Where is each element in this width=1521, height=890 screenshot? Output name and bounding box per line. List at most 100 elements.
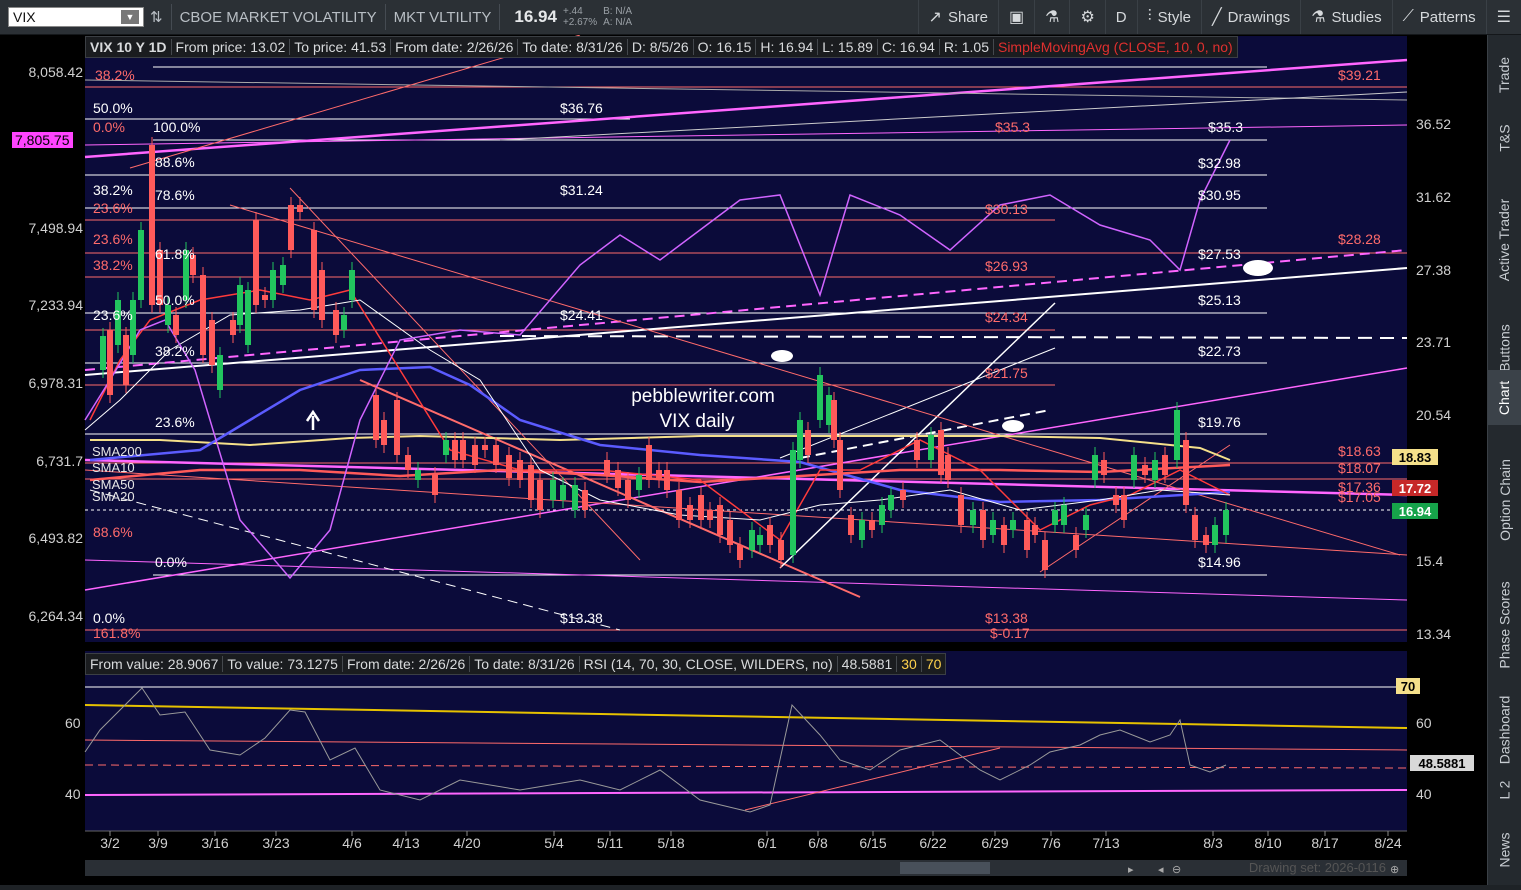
timeframe-button[interactable]: D	[1104, 0, 1137, 34]
zoom-in-icon[interactable]: ⊕	[1390, 864, 1399, 876]
scroll-right-icon[interactable]: ▸	[1128, 864, 1134, 876]
sidebar-tab-option-chain[interactable]: Option Chain	[1488, 445, 1521, 555]
right-axis-label: 36.52	[1416, 116, 1451, 132]
menu-button[interactable]: ☰	[1485, 0, 1521, 34]
symbol-short-name: MKT VLTILITY	[393, 8, 492, 26]
x-axis-label: 8/3	[1203, 835, 1223, 851]
x-axis-label: 5/18	[657, 835, 684, 851]
scroll-left-icon[interactable]: ◂	[1158, 864, 1164, 876]
from-price: From price: 13.02	[172, 39, 291, 55]
to-date: To date: 8/31/26	[518, 39, 628, 55]
sidebar-tab-active-trader[interactable]: Active Trader	[1488, 175, 1521, 305]
x-axis-label: 6/22	[919, 835, 946, 851]
x-axis-label: 8/24	[1374, 835, 1401, 851]
candle-body	[1092, 455, 1098, 480]
candle-body	[767, 525, 773, 545]
x-axis-label: 6/15	[859, 835, 886, 851]
candle-body	[656, 470, 662, 480]
x-axis-label: 8/17	[1311, 835, 1338, 851]
fib-label: 88.6%	[155, 154, 195, 170]
right-axis-label: 13.34	[1416, 626, 1451, 642]
price-level-red: $18.63	[1338, 443, 1381, 459]
sidebar-tab-trade[interactable]: Trade	[1488, 45, 1521, 105]
right-axis-label: 15.4	[1416, 553, 1443, 569]
flask-button[interactable]: ⚗	[1034, 0, 1069, 34]
price-level-red: $13.38	[985, 610, 1028, 626]
bid: B: N/A	[603, 6, 633, 17]
candle-body	[970, 510, 976, 525]
fib-label: 38.2%	[93, 257, 133, 273]
candle-body	[914, 440, 920, 460]
candle-body	[928, 435, 934, 460]
sidebar-tab-ts[interactable]: T&S	[1488, 115, 1521, 160]
candle-body	[717, 505, 723, 535]
candle-body	[217, 355, 223, 390]
settings-slider-icon[interactable]: ⇅	[150, 8, 163, 26]
x-axis-label: 5/4	[544, 835, 564, 851]
fib-label: 78.6%	[155, 187, 195, 203]
candle-body	[1024, 520, 1030, 550]
horizontal-scrollbar[interactable]	[85, 860, 1407, 876]
candle-body	[405, 455, 411, 470]
share-button[interactable]: ↗ Share	[917, 0, 998, 34]
scrollbar-thumb[interactable]	[900, 862, 990, 874]
symbol-input[interactable]: VIX ▼	[8, 7, 144, 27]
sidebar-tab-news[interactable]: News	[1488, 825, 1521, 875]
candle-body	[341, 315, 347, 330]
chart-canvas[interactable]: 36.52 31.62 27.38 23.71 20.54 15.4 13.34 8,058.…	[0, 34, 1488, 885]
bar-date: D: 8/5/26	[628, 39, 694, 55]
candle-body	[1113, 495, 1119, 505]
fib-label: 161.8%	[93, 625, 140, 641]
candle-body	[848, 515, 854, 535]
candle-body	[869, 520, 875, 530]
candle-body	[200, 275, 206, 355]
patterns-button[interactable]: ⟋ Patterns	[1391, 0, 1486, 34]
sma-label: SMA10	[92, 460, 135, 475]
snapshot-button[interactable]: ▣	[997, 0, 1034, 34]
right-axis-label: 31.62	[1416, 189, 1451, 205]
price-level-red: $17.05	[1338, 489, 1381, 505]
candle-body	[1042, 540, 1048, 570]
sidebar-label: Trade	[1496, 56, 1513, 94]
price-level-red: $24.34	[985, 309, 1028, 325]
bid-ask-block: B: N/A A: N/A	[603, 6, 632, 28]
price-level-white: $14.96	[1198, 554, 1241, 570]
rsi-to-value: To value: 73.1275	[223, 656, 343, 672]
sma200-price-box: 18.83	[1392, 449, 1438, 465]
candle-body	[493, 445, 499, 465]
sidebar-tab-dashboard[interactable]: Dashboard	[1488, 685, 1521, 775]
candle-body	[262, 295, 268, 300]
rsi-axis-label: 40	[1416, 786, 1432, 802]
left-axis-label: 6,731.7	[36, 453, 83, 469]
sidebar-tab-chart[interactable]: Chart	[1488, 370, 1521, 425]
sidebar-tab-l2[interactable]: L 2	[1488, 770, 1521, 810]
sma10-price-box: 17.72	[1392, 480, 1438, 496]
zoom-out-icon[interactable]: ⊖	[1172, 864, 1181, 876]
last-price-box: 16.94	[1392, 503, 1438, 519]
style-label: Style	[1157, 8, 1192, 26]
candle-body	[582, 490, 588, 510]
candle-body	[615, 470, 621, 488]
candle-icon: ⫶	[1147, 8, 1152, 25]
candle-body	[415, 470, 421, 480]
candle-body	[837, 440, 843, 490]
chevron-down-icon[interactable]: ▼	[121, 10, 139, 24]
gear-icon: ⚙	[1080, 9, 1095, 26]
candle-body	[349, 270, 355, 300]
candle-body	[472, 445, 478, 465]
price-header: VIX 10 Y 1D From price: 13.02 To price: …	[85, 36, 1238, 58]
candle-body	[797, 420, 803, 460]
drawings-button[interactable]: ╱ Drawings	[1201, 0, 1300, 34]
x-axis-label: 5/11	[597, 835, 623, 851]
style-button[interactable]: ⫶ Style	[1136, 0, 1201, 34]
candle-body	[432, 475, 438, 495]
sidebar-tab-phase-scores[interactable]: Phase Scores	[1488, 570, 1521, 680]
chart-area[interactable]: 36.52 31.62 27.38 23.71 20.54 15.4 13.34 8,058.…	[0, 34, 1488, 885]
candle-body	[311, 230, 317, 310]
bar-low: L: 15.89	[818, 39, 878, 55]
studies-button[interactable]: ⚗ Studies	[1300, 0, 1391, 34]
ask: A: N/A	[603, 17, 633, 28]
settings-button[interactable]: ⚙	[1069, 0, 1104, 34]
watermark-line2: VIX daily	[660, 411, 735, 432]
candle-body	[1010, 520, 1016, 530]
